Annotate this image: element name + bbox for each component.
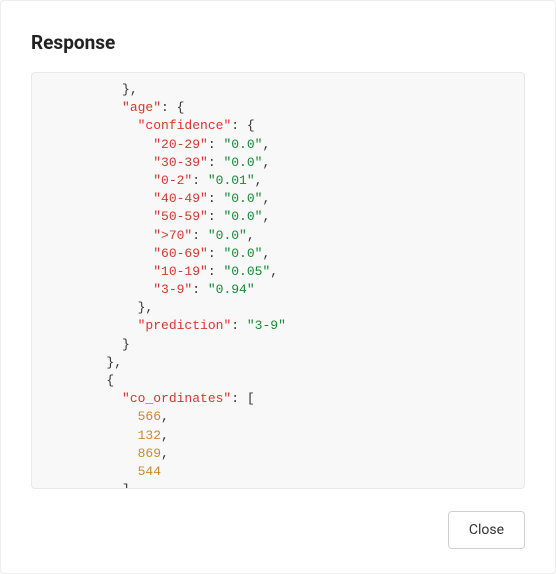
json-key: "confidence": [138, 118, 232, 133]
code-line: "confidence": {: [44, 117, 512, 135]
json-key: "30-39": [153, 155, 208, 170]
json-punct: {: [106, 373, 114, 388]
code-line: "prediction": "3-9": [44, 317, 512, 335]
json-string: "0.0": [223, 137, 262, 152]
json-punct: :: [231, 318, 247, 333]
code-line: },: [44, 354, 512, 372]
code-line: "50-59": "0.0",: [44, 208, 512, 226]
json-punct: :: [208, 155, 224, 170]
code-line: "co_ordinates": [: [44, 390, 512, 408]
json-key: "co_ordinates": [122, 391, 231, 406]
close-button[interactable]: Close: [448, 511, 525, 549]
json-key: "prediction": [138, 318, 232, 333]
code-line: 544: [44, 463, 512, 481]
modal-title: Response: [31, 31, 525, 54]
code-line: ">70": "0.0",: [44, 227, 512, 245]
code-line: "60-69": "0.0",: [44, 245, 512, 263]
json-punct: ,: [262, 246, 270, 261]
json-key: "60-69": [153, 246, 208, 261]
json-punct: ,: [247, 228, 255, 243]
json-string: "0.0": [223, 191, 262, 206]
json-punct: :: [208, 191, 224, 206]
code-line: 132,: [44, 427, 512, 445]
code-line: 566,: [44, 408, 512, 426]
code-line: }: [44, 336, 512, 354]
code-line: "3-9": "0.94": [44, 281, 512, 299]
json-punct: ,: [255, 173, 263, 188]
json-string: "3-9": [247, 318, 286, 333]
json-string: "0.05": [223, 264, 270, 279]
json-key: "10-19": [153, 264, 208, 279]
code-line: "age": {: [44, 99, 512, 117]
json-punct: ,: [262, 155, 270, 170]
json-punct: ,: [161, 446, 169, 461]
json-key: "20-29": [153, 137, 208, 152]
json-punct: },: [138, 300, 154, 315]
json-punct: :: [208, 209, 224, 224]
json-key: "age": [122, 100, 161, 115]
json-punct: :: [192, 228, 208, 243]
code-line: "0-2": "0.01",: [44, 172, 512, 190]
json-string: "0.0": [223, 155, 262, 170]
json-punct: : [: [231, 391, 254, 406]
json-string: "0.0": [223, 246, 262, 261]
code-line: "10-19": "0.05",: [44, 263, 512, 281]
json-string: "0.0": [223, 209, 262, 224]
json-punct: :: [208, 246, 224, 261]
code-line: 869,: [44, 445, 512, 463]
code-line: "40-49": "0.0",: [44, 190, 512, 208]
json-punct: },: [122, 82, 138, 97]
json-number: 869: [138, 446, 161, 461]
json-punct: ,: [161, 428, 169, 443]
code-line: "30-39": "0.0",: [44, 154, 512, 172]
json-punct: :: [192, 282, 208, 297]
json-key: "50-59": [153, 209, 208, 224]
json-punct: :: [208, 264, 224, 279]
json-number: 132: [138, 428, 161, 443]
code-line: },: [44, 299, 512, 317]
code-line: "20-29": "0.0",: [44, 136, 512, 154]
json-key: ">70": [153, 228, 192, 243]
json-key: "40-49": [153, 191, 208, 206]
json-punct: ],: [122, 482, 138, 489]
response-modal: Response }, "age": { "confidence": { "20…: [0, 0, 556, 574]
modal-footer: Close: [31, 511, 525, 549]
json-punct: :: [208, 137, 224, 152]
response-code-block: }, "age": { "confidence": { "20-29": "0.…: [31, 72, 525, 489]
json-punct: ,: [262, 137, 270, 152]
json-punct: },: [106, 355, 122, 370]
json-punct: }: [122, 337, 130, 352]
code-line: {: [44, 372, 512, 390]
json-punct: ,: [161, 409, 169, 424]
json-key: "0-2": [153, 173, 192, 188]
json-string: "0.94": [208, 282, 255, 297]
json-punct: ,: [262, 191, 270, 206]
json-punct: : {: [161, 100, 184, 115]
code-line: ],: [44, 481, 512, 489]
json-string: "0.01": [208, 173, 255, 188]
json-string: "0.0": [208, 228, 247, 243]
json-key: "3-9": [153, 282, 192, 297]
json-number: 544: [138, 464, 161, 479]
json-punct: ,: [262, 209, 270, 224]
json-number: 566: [138, 409, 161, 424]
json-punct: :: [192, 173, 208, 188]
code-line: },: [44, 81, 512, 99]
json-punct: : {: [231, 118, 254, 133]
json-punct: ,: [270, 264, 278, 279]
